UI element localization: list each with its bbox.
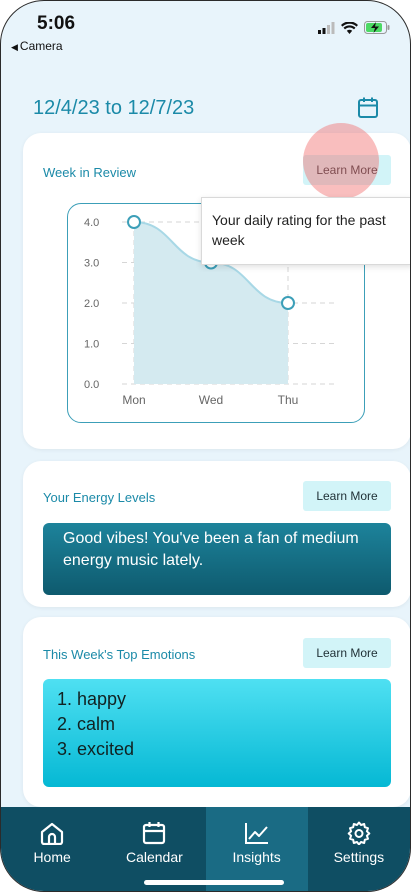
tab-settings-label: Settings bbox=[333, 849, 385, 865]
y-tick-label: 1.0 bbox=[84, 339, 99, 351]
tab-insights-label: Insights bbox=[232, 849, 281, 865]
tab-home-label: Home bbox=[33, 849, 71, 865]
calendar-icon bbox=[143, 822, 166, 845]
home-icon bbox=[41, 822, 64, 845]
phone-frame: 5:06 ◀ Camera 12/4/23 to 12/7/23 Week in… bbox=[0, 0, 411, 892]
tab-calendar[interactable]: Calendar bbox=[103, 807, 205, 891]
week-review-title: Week in Review bbox=[43, 165, 136, 180]
y-tick-label: 0.0 bbox=[84, 379, 99, 391]
system-icons bbox=[317, 21, 390, 34]
emotions-list: 1. happy 2. calm 3. excited bbox=[43, 679, 391, 787]
emotions-title: This Week's Top Emotions bbox=[43, 647, 196, 662]
energy-learn-more-button[interactable]: Learn More bbox=[303, 481, 391, 511]
back-label: Camera bbox=[19, 39, 63, 53]
tab-calendar-label: Calendar bbox=[125, 849, 183, 865]
signal-icon bbox=[318, 21, 335, 34]
energy-title: Your Energy Levels bbox=[43, 490, 156, 505]
date-range-header: 12/4/23 to 12/7/23 bbox=[33, 97, 386, 127]
battery-charging-icon bbox=[364, 21, 390, 34]
y-tick-label: 2.0 bbox=[84, 298, 99, 310]
calendar-icon[interactable] bbox=[358, 97, 378, 119]
week-review-card: Week in Review Learn More 4.0 3.0 2.0 1.0 0.… bbox=[23, 123, 410, 449]
emotion-item: 1. happy bbox=[57, 689, 127, 709]
energy-message: Good vibes! You've been a fan of medium … bbox=[43, 523, 391, 595]
wifi-icon bbox=[341, 21, 358, 34]
tab-home[interactable]: Home bbox=[1, 807, 103, 891]
tab-insights[interactable]: Insights bbox=[205, 807, 308, 891]
emotion-item: 3. excited bbox=[57, 739, 135, 759]
tab-settings[interactable]: Settings bbox=[308, 807, 410, 891]
back-arrow-icon: ◀ bbox=[11, 42, 18, 52]
y-tick-label: 4.0 bbox=[84, 217, 99, 229]
status-time: 5:06 bbox=[37, 13, 76, 34]
x-tick-label: Thu bbox=[278, 393, 299, 407]
home-indicator bbox=[144, 880, 284, 885]
emotions-learn-more-button[interactable]: Learn More bbox=[303, 638, 391, 668]
data-point[interactable] bbox=[127, 215, 141, 229]
chart-tooltip: Your daily rating for the past week bbox=[201, 197, 410, 265]
energy-card: Your Energy Levels Learn More Good vibes… bbox=[23, 461, 410, 607]
emotion-item: 2. calm bbox=[57, 714, 116, 734]
status-bar: 5:06 ◀ Camera bbox=[1, 1, 410, 61]
tab-bar: Home Calendar Insights Settings bbox=[1, 807, 410, 891]
touch-indicator bbox=[303, 123, 379, 199]
y-tick-label: 3.0 bbox=[84, 258, 99, 270]
back-to-app-link[interactable]: ◀ Camera bbox=[11, 39, 63, 53]
x-tick-label: Mon bbox=[122, 393, 145, 407]
emotions-card: This Week's Top Emotions Learn More 1. h… bbox=[23, 617, 410, 807]
x-tick-label: Wed bbox=[199, 393, 223, 407]
date-range: 12/4/23 to 12/7/23 bbox=[33, 97, 195, 119]
data-point[interactable] bbox=[281, 296, 295, 310]
chart-icon bbox=[244, 823, 268, 844]
gear-icon bbox=[347, 821, 371, 845]
